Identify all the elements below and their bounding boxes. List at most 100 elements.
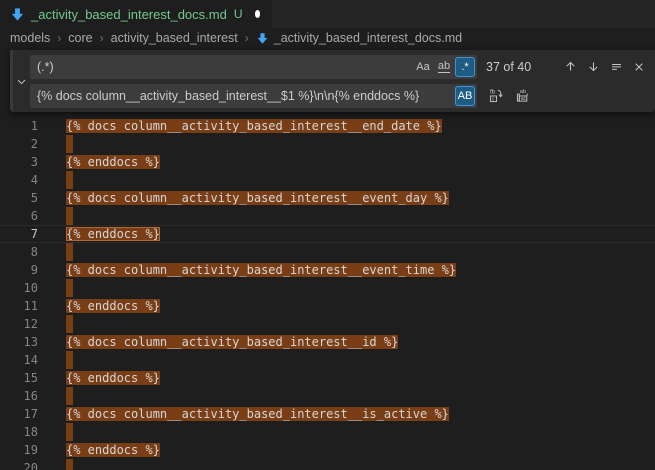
whole-word-toggle[interactable]: ab [434,57,454,77]
code-line[interactable]: 8 [0,243,655,261]
breadcrumb-item-models[interactable]: models [10,31,50,45]
vscode-window: _activity_based_interest_docs.md U model… [0,0,655,470]
svg-text:fb: fb [489,89,495,96]
find-match-highlight [66,423,73,441]
replace-row: {% docs column__activity_based_interest_… [30,84,649,108]
code-text: {% enddocs %} [66,441,160,459]
find-match-highlight: {% docs column__activity_based_interest_… [66,191,449,205]
tab-activity-docs[interactable]: _activity_based_interest_docs.md U [0,0,272,28]
find-match-highlight [66,171,73,189]
code-text: {% docs column__activity_based_interest_… [66,117,442,135]
git-status-badge: U [234,7,243,21]
find-match-highlight: {% docs column__activity_based_interest_… [66,407,449,421]
code-text [66,459,73,470]
code-text [66,387,73,405]
svg-text:ac: ac [520,96,526,102]
line-number: 14 [0,351,38,369]
editor[interactable]: (.*) Aa ab .* 37 of 40 [0,48,655,470]
code-text: {% docs column__activity_based_interest_… [66,189,449,207]
regex-toggle[interactable]: .* [455,57,475,77]
arrow-down-icon [587,60,600,73]
code-line[interactable]: 6 [0,207,655,225]
code-line[interactable]: 5 {% docs column__activity_based_interest… [0,189,655,207]
line-number: 16 [0,387,38,405]
breadcrumb-item-activity-based-interest[interactable]: activity_based_interest [111,31,238,45]
replace-input[interactable]: {% docs column__activity_based_interest_… [30,84,477,108]
code-line[interactable]: 4 [0,171,655,189]
line-number: 5 [0,189,38,207]
replace-all-button[interactable]: ab ac [513,86,533,106]
code-line[interactable]: 7{% enddocs %} [0,225,655,243]
code-text: {% docs column__activity_based_interest_… [66,405,449,423]
code-text: {% enddocs %} [66,153,160,171]
breadcrumb-item-core[interactable]: core [68,31,92,45]
code-text [66,135,73,153]
code-text [66,243,73,261]
find-input[interactable]: (.*) Aa ab .* [30,55,477,79]
find-in-selection-button[interactable] [606,57,626,77]
code-text: {% docs column__activity_based_interest_… [66,333,398,351]
preserve-case-toggle[interactable]: AB [455,86,475,106]
find-widget: (.*) Aa ab .* 37 of 40 [10,50,655,112]
code-line[interactable]: 12 [0,315,655,333]
code-line[interactable]: 16 [0,387,655,405]
replace-button[interactable]: fb c [486,86,506,106]
line-number: 12 [0,315,38,333]
find-match-highlight: {% enddocs %} [66,299,160,313]
unsaved-dot-icon[interactable] [255,10,260,18]
find-match-highlight [66,387,73,405]
close-find-button[interactable] [629,57,649,77]
replace-value-text: {% docs column__activity_based_interest_… [37,89,454,103]
replace-all-icon: ab ac [516,88,531,103]
code-line[interactable]: 13 {% docs column__activity_based_interes… [0,333,655,351]
code-text: {% enddocs %} [66,226,160,242]
find-row: (.*) Aa ab .* 37 of 40 [30,55,649,79]
match-case-toggle[interactable]: Aa [413,57,433,77]
code-line[interactable]: 11 {% enddocs %} [0,297,655,315]
line-number: 4 [0,171,38,189]
line-number: 20 [0,459,38,470]
next-match-button[interactable] [583,57,603,77]
selection-lines-icon [610,60,623,73]
line-number: 10 [0,279,38,297]
code-line[interactable]: 1 {% docs column__activity_based_interest… [0,117,655,135]
line-number: 11 [0,297,38,315]
find-match-highlight [66,207,73,225]
chevron-right-icon: › [57,31,61,45]
code-line[interactable]: 3{% enddocs %} [0,153,655,171]
markdown-file-icon [10,7,25,22]
find-query-text: (.*) [37,60,412,74]
find-match-highlight: {% enddocs %} [66,155,160,169]
code-line[interactable]: 17{% docs column__activity_based_interes… [0,405,655,423]
line-number: 9 [0,261,38,279]
code-line[interactable]: 2 [0,135,655,153]
code-line[interactable]: 9 {% docs column__activity_based_interest… [0,261,655,279]
find-match-highlight: {% enddocs %} [66,371,160,385]
breadcrumb-item-file[interactable]: _activity_based_interest_docs.md [274,31,462,45]
code-line[interactable]: 15 {% enddocs %} [0,369,655,387]
code-line[interactable]: 18 [0,423,655,441]
find-match-highlight [66,135,73,153]
chevron-down-icon [16,76,27,87]
line-number: 1 [0,117,38,135]
breadcrumb: models › core › activity_based_interest … [0,28,655,48]
line-number: 15 [0,369,38,387]
code-line[interactable]: 14 [0,351,655,369]
close-icon [633,61,645,73]
find-match-highlight [66,351,73,369]
previous-match-button[interactable] [560,57,580,77]
toggle-replace-button[interactable] [13,50,30,112]
code-text: {% enddocs %} [66,369,160,387]
code-line[interactable]: 19{% enddocs %} [0,441,655,459]
code-line[interactable]: 10 [0,279,655,297]
find-match-highlight [66,279,73,297]
whole-word-label: ab [438,60,450,73]
line-number: 8 [0,243,38,261]
line-number: 13 [0,333,38,351]
code-line[interactable]: 20 [0,459,655,470]
regex-label: .* [461,61,468,73]
code-text [66,351,73,369]
code-text [66,207,73,225]
find-match-highlight: {% docs column__activity_based_interest_… [66,263,456,277]
line-number: 6 [0,207,38,225]
